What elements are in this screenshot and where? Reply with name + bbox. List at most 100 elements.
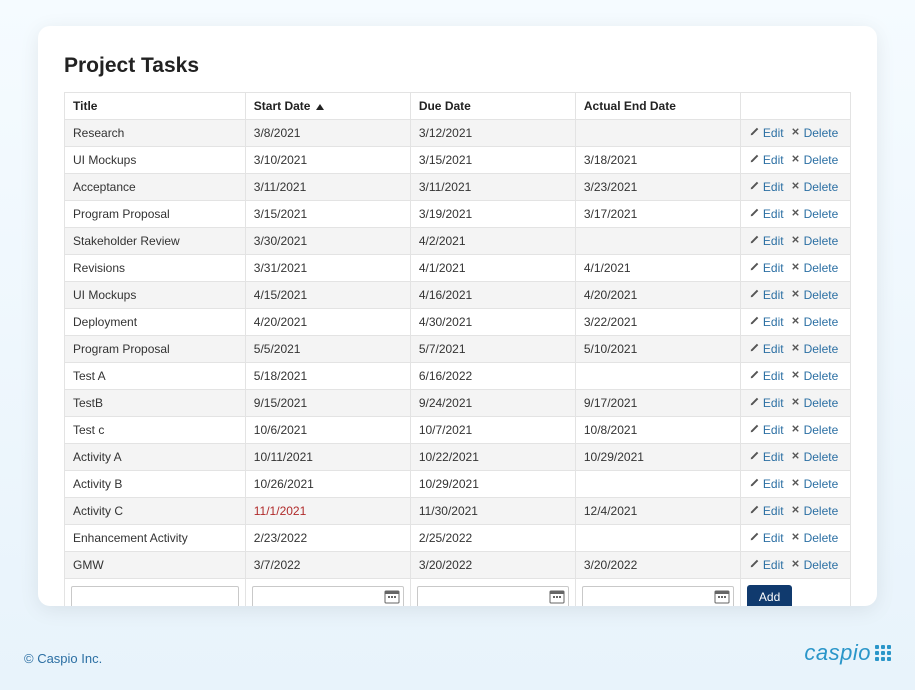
table-header-row: Title Start Date Due Date Actual End Dat… [65, 93, 851, 120]
delete-link[interactable]: Delete [790, 477, 839, 491]
table-row: Enhancement Activity2/23/20222/25/2022Ed… [65, 525, 851, 552]
cell-start: 3/8/2021 [245, 120, 410, 147]
pencil-icon [749, 315, 763, 329]
cell-actual: 9/17/2021 [575, 390, 740, 417]
brand-logo: caspio [804, 640, 891, 666]
delete-link[interactable]: Delete [790, 504, 839, 518]
delete-link[interactable]: Delete [790, 153, 839, 167]
edit-link[interactable]: Edit [749, 558, 784, 572]
edit-link[interactable]: Edit [749, 126, 784, 140]
delete-link[interactable]: Delete [790, 558, 839, 572]
delete-link[interactable]: Delete [790, 207, 839, 221]
cell-due: 4/16/2021 [410, 282, 575, 309]
cell-due: 3/15/2021 [410, 147, 575, 174]
edit-link[interactable]: Edit [749, 153, 784, 167]
cell-actual: 3/20/2022 [575, 552, 740, 579]
cell-actions: Edit Delete [740, 174, 850, 201]
edit-link[interactable]: Edit [749, 261, 784, 275]
cell-title: Research [65, 120, 246, 147]
cell-actions: Edit Delete [740, 255, 850, 282]
pencil-icon [749, 531, 763, 545]
delete-link[interactable]: Delete [790, 396, 839, 410]
pencil-icon [749, 234, 763, 248]
delete-link[interactable]: Delete [790, 342, 839, 356]
x-icon [790, 558, 804, 572]
col-header-due[interactable]: Due Date [410, 93, 575, 120]
table-row: Deployment4/20/20214/30/20213/22/2021Edi… [65, 309, 851, 336]
edit-link[interactable]: Edit [749, 234, 784, 248]
col-header-actions [740, 93, 850, 120]
cell-start: 5/18/2021 [245, 363, 410, 390]
edit-link[interactable]: Edit [749, 423, 784, 437]
table-row: UI Mockups4/15/20214/16/20214/20/2021Edi… [65, 282, 851, 309]
cell-start: 3/10/2021 [245, 147, 410, 174]
col-header-actual[interactable]: Actual End Date [575, 93, 740, 120]
table-row: Activity C11/1/202111/30/202112/4/2021Ed… [65, 498, 851, 525]
cell-due: 3/19/2021 [410, 201, 575, 228]
edit-link[interactable]: Edit [749, 504, 784, 518]
cell-start: 11/1/2021 [245, 498, 410, 525]
cell-due: 3/12/2021 [410, 120, 575, 147]
brand-dots-icon [875, 645, 891, 661]
edit-link[interactable]: Edit [749, 369, 784, 383]
cell-due: 3/11/2021 [410, 174, 575, 201]
add-start-input[interactable] [252, 586, 404, 606]
edit-link[interactable]: Edit [749, 342, 784, 356]
add-due-input[interactable] [417, 586, 569, 606]
col-header-start[interactable]: Start Date [245, 93, 410, 120]
table-row: Activity A10/11/202110/22/202110/29/2021… [65, 444, 851, 471]
cell-actual: 3/22/2021 [575, 309, 740, 336]
delete-link[interactable]: Delete [790, 288, 839, 302]
footer: © Caspio Inc. caspio [24, 640, 891, 666]
edit-link[interactable]: Edit [749, 207, 784, 221]
col-header-title[interactable]: Title [65, 93, 246, 120]
edit-link[interactable]: Edit [749, 288, 784, 302]
edit-link[interactable]: Edit [749, 315, 784, 329]
edit-link[interactable]: Edit [749, 180, 784, 194]
x-icon [790, 315, 804, 329]
delete-link[interactable]: Delete [790, 450, 839, 464]
pencil-icon [749, 504, 763, 518]
cell-due: 10/7/2021 [410, 417, 575, 444]
cell-actions: Edit Delete [740, 471, 850, 498]
cell-title: Activity B [65, 471, 246, 498]
delete-link[interactable]: Delete [790, 261, 839, 275]
delete-link[interactable]: Delete [790, 126, 839, 140]
cell-actual [575, 525, 740, 552]
add-title-input[interactable] [71, 586, 239, 606]
cell-actions: Edit Delete [740, 552, 850, 579]
delete-link[interactable]: Delete [790, 315, 839, 329]
edit-link[interactable]: Edit [749, 531, 784, 545]
delete-link[interactable]: Delete [790, 180, 839, 194]
cell-actual [575, 363, 740, 390]
edit-link[interactable]: Edit [749, 396, 784, 410]
x-icon [790, 369, 804, 383]
table-row: Test c10/6/202110/7/202110/8/2021EditDel… [65, 417, 851, 444]
delete-link[interactable]: Delete [790, 369, 839, 383]
edit-link[interactable]: Edit [749, 450, 784, 464]
cell-actions: Edit Delete [740, 228, 850, 255]
x-icon [790, 504, 804, 518]
add-button[interactable]: Add [747, 585, 792, 606]
add-actual-input[interactable] [582, 586, 734, 606]
cell-actions: Edit Delete [740, 147, 850, 174]
edit-link[interactable]: Edit [749, 477, 784, 491]
cell-actual: 5/10/2021 [575, 336, 740, 363]
copyright-link[interactable]: © Caspio Inc. [24, 651, 102, 666]
cell-actual: 10/29/2021 [575, 444, 740, 471]
cell-actions: Edit Delete [740, 444, 850, 471]
cell-actions: Edit Delete [740, 201, 850, 228]
cell-due: 4/2/2021 [410, 228, 575, 255]
delete-link[interactable]: Delete [790, 423, 839, 437]
cell-start: 3/11/2021 [245, 174, 410, 201]
cell-actual: 3/18/2021 [575, 147, 740, 174]
x-icon [790, 531, 804, 545]
delete-link[interactable]: Delete [790, 234, 839, 248]
cell-actual: 4/1/2021 [575, 255, 740, 282]
delete-link[interactable]: Delete [790, 531, 839, 545]
col-header-start-label: Start Date [254, 99, 311, 113]
pencil-icon [749, 369, 763, 383]
cell-due: 10/22/2021 [410, 444, 575, 471]
cell-due: 4/1/2021 [410, 255, 575, 282]
pencil-icon [749, 396, 763, 410]
